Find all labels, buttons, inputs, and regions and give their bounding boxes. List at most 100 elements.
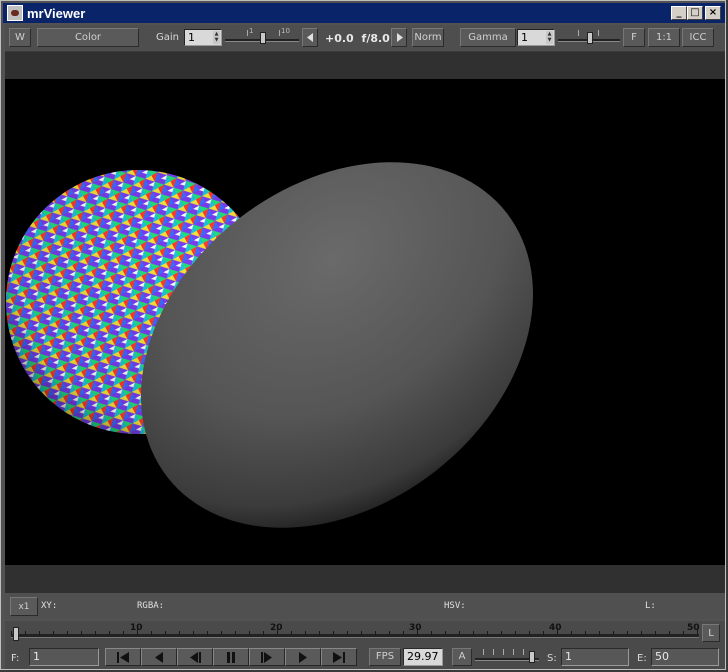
- timeline-minor-tick: [389, 631, 390, 635]
- gain-tick-10: 10: [281, 27, 290, 35]
- timeline-minor-tick: [53, 631, 54, 635]
- timeline-minor-tick: [39, 631, 40, 635]
- timeline-minor-tick: [109, 631, 110, 635]
- timeline-minor-tick: [67, 631, 68, 635]
- channel-select[interactable]: Color: [37, 28, 139, 47]
- zoom-button[interactable]: x1: [10, 597, 38, 616]
- step-forward-button[interactable]: [285, 648, 321, 666]
- mrviewer-app-icon[interactable]: [7, 5, 23, 21]
- gain-slider-thumb[interactable]: [260, 32, 266, 44]
- timeline-scrubber[interactable]: 10 20 30 40 50: [11, 623, 700, 641]
- start-frame-field[interactable]: 1: [561, 648, 629, 666]
- timeline-minor-tick: [403, 631, 404, 635]
- gain-tick-1: 1: [249, 27, 254, 35]
- gamma-button[interactable]: Gamma: [460, 28, 516, 47]
- timeline-minor-tick: [263, 631, 264, 635]
- viewport-bottom-border: [5, 565, 725, 593]
- step-forward-icon: [299, 652, 307, 663]
- audio-button[interactable]: A: [452, 648, 472, 666]
- timeline[interactable]: 10 20 30 40 50 L: [5, 621, 725, 645]
- last-frame-button[interactable]: [321, 648, 357, 666]
- stop-button[interactable]: [213, 648, 249, 666]
- gamma-spinner-arrows-icon[interactable]: ▲ ▼: [546, 31, 553, 44]
- timeline-minor-tick: [473, 631, 474, 635]
- timeline-minor-tick: [95, 631, 96, 635]
- fstop-value: +0.0: [325, 32, 354, 45]
- play-backward-button[interactable]: [177, 648, 213, 666]
- timeline-minor-tick: [655, 631, 656, 635]
- gain-input[interactable]: 1 ▲ ▼: [184, 29, 222, 46]
- play-forward-button[interactable]: [249, 648, 285, 666]
- timeline-minor-tick: [641, 631, 642, 635]
- hsv-label: HSV:: [444, 601, 466, 611]
- minimize-button[interactable]: _: [671, 6, 687, 20]
- maximize-button[interactable]: □: [687, 6, 703, 20]
- timeline-minor-tick: [375, 631, 376, 635]
- timeline-minor-tick: [487, 631, 488, 635]
- timeline-minor-tick: [599, 631, 600, 635]
- timeline-minor-tick: [333, 631, 334, 635]
- timeline-tick-10: 10: [130, 623, 143, 633]
- fstop-increase-button[interactable]: [391, 28, 407, 47]
- image-toolbar: W Color Gain 1 ▲ ▼ 1 10 +0.0 f/8.0 Norm G…: [5, 25, 725, 52]
- volume-slider-thumb[interactable]: [529, 651, 535, 663]
- end-frame-field[interactable]: 50: [651, 648, 719, 666]
- play-backward-icon: [190, 652, 201, 663]
- timeline-minor-tick: [123, 631, 124, 635]
- one-to-one-button[interactable]: 1:1: [648, 28, 680, 47]
- step-back-icon: [155, 652, 163, 663]
- gain-slider[interactable]: 1 10: [225, 27, 299, 45]
- step-back-button[interactable]: [141, 648, 177, 666]
- timeline-minor-tick: [81, 631, 82, 635]
- fstop-display: +0.0 f/8.0: [325, 32, 390, 45]
- end-label: E:: [637, 653, 647, 664]
- loop-button[interactable]: L: [702, 624, 720, 642]
- timeline-minor-tick: [669, 631, 670, 635]
- close-button[interactable]: ×: [705, 6, 721, 20]
- timeline-minor-tick: [501, 631, 502, 635]
- timeline-playhead[interactable]: [13, 627, 19, 641]
- timeline-minor-tick: [459, 631, 460, 635]
- timeline-minor-tick: [193, 631, 194, 635]
- play-forward-icon: [261, 652, 272, 663]
- viewport-top-border: [5, 52, 725, 79]
- start-label: S:: [547, 653, 557, 664]
- timeline-minor-tick: [305, 631, 306, 635]
- luminance-label: L:: [645, 601, 656, 611]
- triangle-left-icon: [307, 33, 313, 42]
- gain-spinner-arrows-icon[interactable]: ▲ ▼: [213, 31, 220, 44]
- timeline-minor-tick: [613, 631, 614, 635]
- timeline-minor-tick: [179, 631, 180, 635]
- gamma-input[interactable]: 1 ▲ ▼: [517, 29, 555, 46]
- timeline-minor-tick: [291, 631, 292, 635]
- wipe-button[interactable]: W: [9, 28, 31, 47]
- stop-icon: [227, 652, 235, 663]
- timeline-minor-tick: [221, 631, 222, 635]
- gamma-slider[interactable]: [558, 30, 620, 45]
- timeline-minor-tick: [529, 631, 530, 635]
- skip-to-start-icon: [117, 652, 129, 663]
- timeline-minor-tick: [165, 631, 166, 635]
- frame-field[interactable]: 1: [29, 648, 99, 666]
- timeline-minor-tick: [627, 631, 628, 635]
- fstop-decrease-button[interactable]: [302, 28, 318, 47]
- fit-button[interactable]: F: [623, 28, 645, 47]
- mrviewer-window: mrViewer _ □ × W Color Gain 1 ▲ ▼ 1 10 +0…: [0, 0, 726, 670]
- xy-label: XY:: [41, 601, 58, 611]
- first-frame-button[interactable]: [105, 648, 141, 666]
- image-viewport[interactable]: [5, 79, 725, 565]
- fps-button[interactable]: FPS: [369, 648, 401, 666]
- normalize-button[interactable]: Norm: [412, 28, 444, 47]
- timeline-tick-20: 20: [270, 623, 283, 633]
- skip-to-end-icon: [333, 652, 345, 663]
- volume-slider[interactable]: [475, 649, 539, 664]
- fps-field[interactable]: 29.97: [403, 648, 443, 666]
- pixel-info-bar: x1 XY: RGBA: HSV: L:: [5, 593, 725, 619]
- icc-button[interactable]: ICC: [682, 28, 714, 47]
- title-bar[interactable]: mrViewer _ □ ×: [3, 3, 725, 23]
- timeline-minor-tick: [347, 631, 348, 635]
- gamma-slider-thumb[interactable]: [587, 32, 593, 44]
- timeline-minor-tick: [361, 631, 362, 635]
- timeline-minor-tick: [11, 631, 12, 635]
- timeline-minor-tick: [571, 631, 572, 635]
